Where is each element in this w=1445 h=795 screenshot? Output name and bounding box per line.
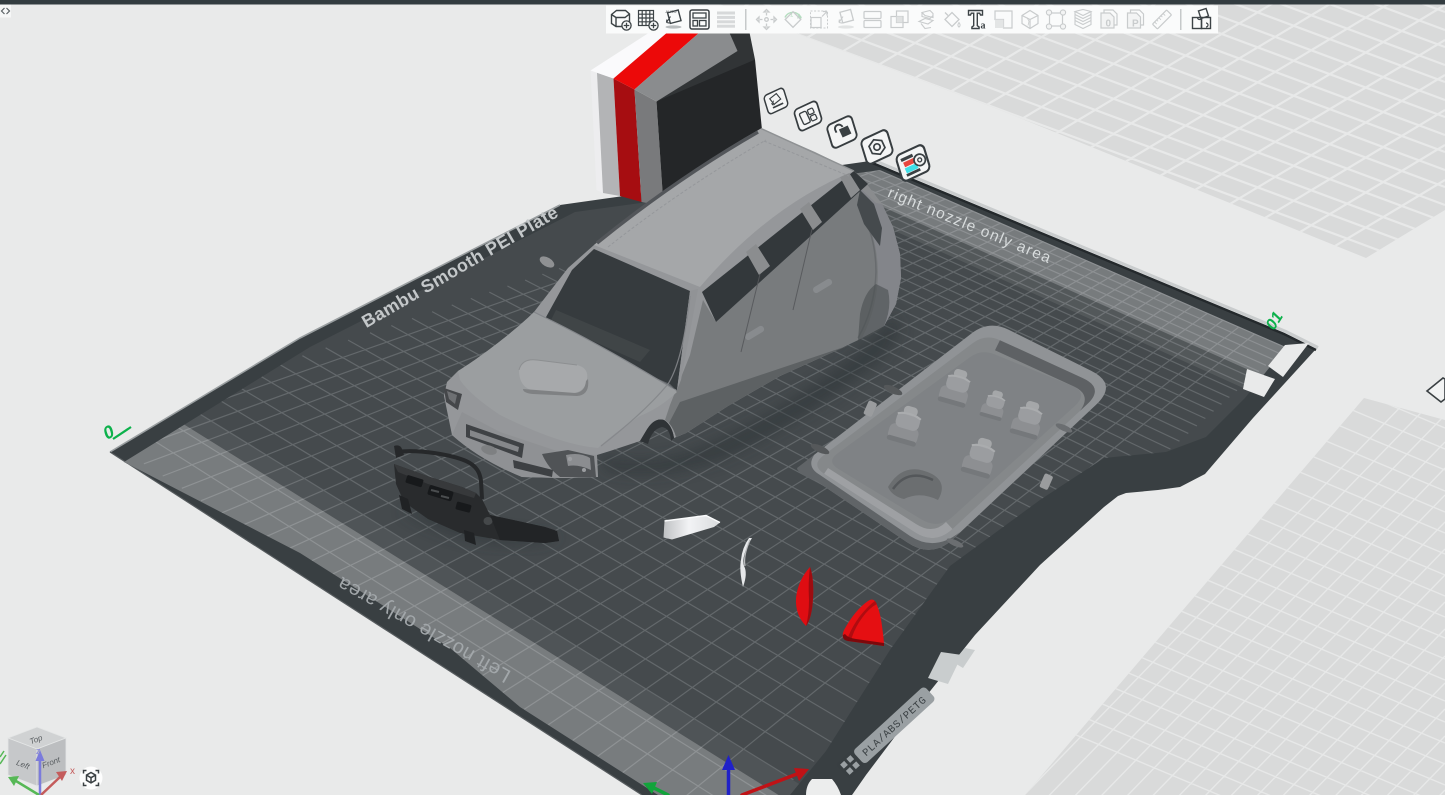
svg-text:AUTO: AUTO	[666, 9, 677, 14]
svg-text:x: x	[70, 766, 75, 777]
svg-text:P: P	[1132, 19, 1139, 30]
svg-text:0: 0	[1106, 19, 1112, 30]
svg-text:a: a	[981, 21, 986, 32]
svg-text:z: z	[36, 746, 41, 756]
